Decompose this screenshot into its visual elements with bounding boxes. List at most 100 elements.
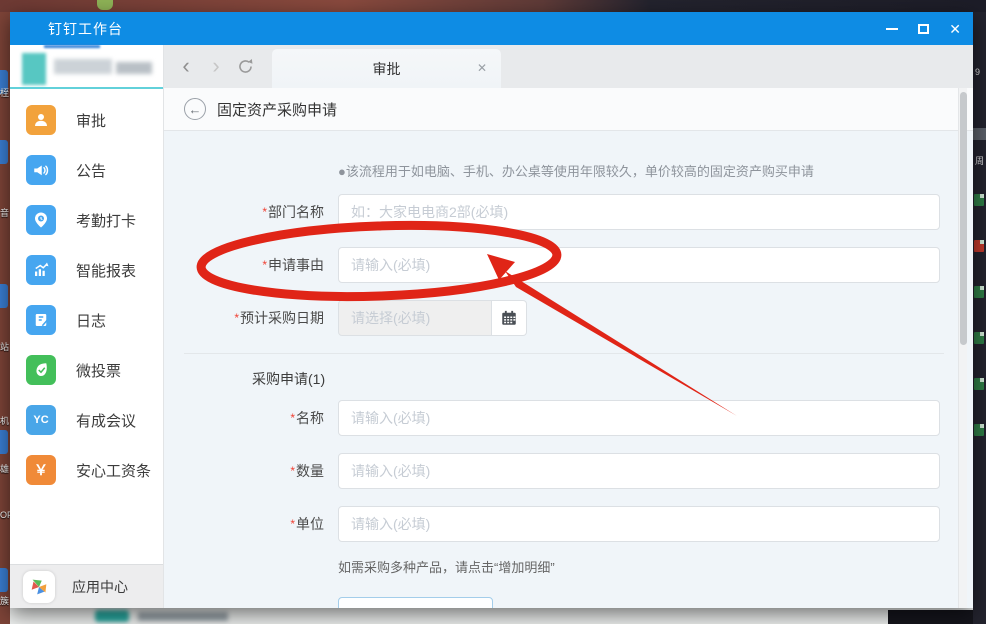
sidebar-item-label: 微投票 (76, 362, 122, 380)
desktop-icon-fragment (0, 430, 8, 454)
sidebar-item-smart-report[interactable]: 智能报表 (10, 245, 163, 295)
desktop-icon-label: 簇 (0, 596, 10, 606)
item-name-label: *名称 (290, 410, 324, 426)
sidebar-item-payroll[interactable]: ￥ 安心工资条 (10, 445, 163, 495)
purchase-section-title: 采购申请(1) (252, 371, 326, 387)
unit-input[interactable] (338, 506, 940, 542)
sidebar-item-label: 日志 (76, 312, 107, 330)
redacted-username (54, 59, 112, 74)
page-header: ← 固定资产采购申请 (164, 88, 973, 131)
sidebar-item-label: 考勤打卡 (76, 212, 137, 230)
quantity-input[interactable] (338, 453, 940, 489)
reason-label: *申请事由 (262, 257, 324, 273)
tab-close-icon[interactable]: ✕ (477, 61, 487, 75)
desktop-icon-label: 音 (0, 208, 10, 218)
close-icon[interactable]: ✕ (949, 22, 961, 36)
vertical-scrollbar[interactable] (958, 88, 967, 608)
excel-file-icon (974, 332, 984, 344)
excel-file-icon (974, 378, 984, 390)
desktop-icon-label: 桎 (0, 88, 10, 98)
page-title: 固定资产采购申请 (217, 101, 338, 119)
desktop-icon-fragment (0, 284, 8, 308)
excel-file-icon (974, 194, 984, 206)
back-arrow-icon: ← (188, 101, 202, 117)
sidebar-item-label: 安心工资条 (76, 462, 152, 480)
tab-approval[interactable]: 审批 ✕ (272, 49, 501, 88)
location-pin-icon (26, 205, 56, 235)
nav-back-icon[interactable]: ‹ (174, 53, 198, 79)
quantity-label: *数量 (290, 463, 324, 479)
purchase-date-input[interactable] (338, 300, 492, 336)
desktop-window-fragment (888, 610, 973, 624)
excel-file-icon (974, 424, 984, 436)
add-detail-hint: 如需采购多种产品，请点击“增加明细” (338, 560, 555, 575)
tab-label: 审批 (372, 60, 401, 77)
sidebar-item-label: 有成会议 (76, 412, 137, 430)
department-label: *部门名称 (262, 204, 324, 220)
redacted-status (116, 62, 152, 74)
desktop-window-fragment (973, 128, 986, 140)
sidebar-item-label: 审批 (76, 112, 107, 130)
section-divider (184, 353, 944, 354)
tab-bar: ‹ › 审批 ✕ (164, 45, 973, 88)
sidebar-item-journal[interactable]: 日志 (10, 295, 163, 345)
desktop-background-top (0, 0, 986, 12)
form-description: ●该流程用于如电脑、手机、办公桌等使用年限较久，单价较高的固定资产购买申请 (338, 164, 814, 179)
department-input[interactable] (338, 194, 940, 230)
app-center-button[interactable]: 应用中心 (10, 564, 163, 608)
payroll-icon: ￥ (26, 455, 56, 485)
redaction-artifact-line (10, 87, 163, 89)
main-panel: ‹ › 审批 ✕ ← 固定资产采购申请 ●该流程用于如电脑、手机、办公桌等使用年… (164, 45, 973, 608)
desktop-icon-label: 雄 (0, 464, 10, 474)
sidebar-item-yc-meeting[interactable]: YC 有成会议 (10, 395, 163, 445)
desktop-icon-label: 机 (0, 416, 10, 426)
unit-label: *单位 (290, 516, 324, 532)
approval-person-icon (26, 105, 56, 135)
avatar (22, 53, 46, 85)
app-file-icon (974, 240, 984, 252)
desktop-icon-fragment (0, 568, 8, 592)
scrollbar-thumb[interactable] (960, 92, 967, 345)
sidebar-item-vote[interactable]: 微投票 (10, 345, 163, 395)
desktop-icon-label: 周 (975, 156, 985, 166)
sidebar-item-announcement[interactable]: 公告 (10, 145, 163, 195)
minimize-icon[interactable] (886, 27, 899, 30)
nav-forward-icon[interactable]: › (204, 53, 228, 79)
sidebar-item-label: 公告 (76, 162, 107, 180)
yc-meeting-icon: YC (26, 405, 56, 435)
sidebar-item-attendance[interactable]: 考勤打卡 (10, 195, 163, 245)
desktop-icon-fragment (97, 0, 113, 10)
desktop-icon-label: 站 (0, 342, 10, 352)
desktop-icon-label: OF (0, 510, 10, 520)
calendar-picker-button[interactable] (492, 300, 527, 336)
bar-chart-icon (26, 255, 56, 285)
journal-notebook-icon (26, 305, 56, 335)
back-button[interactable]: ← (184, 98, 206, 120)
sidebar-item-approval[interactable]: 审批 (10, 95, 163, 145)
calendar-icon (502, 310, 516, 325)
window-titlebar[interactable]: 钉钉工作台 ✕ (10, 12, 973, 45)
desktop-background-bottom (10, 608, 973, 624)
vote-check-icon (26, 355, 56, 385)
maximize-icon[interactable] (918, 23, 930, 34)
megaphone-icon (26, 155, 56, 185)
sidebar-item-label: 智能报表 (76, 262, 137, 280)
user-profile-redacted[interactable] (20, 45, 156, 85)
dingtalk-workbench-window: 钉钉工作台 ✕ 审批 公告 考勤打卡 智能报表 日志 微投票 YC 有成会议 ￥… (10, 12, 973, 608)
excel-file-icon (974, 286, 984, 298)
item-name-input[interactable] (338, 400, 940, 436)
desktop-icon-label: 9 (975, 67, 981, 77)
app-sidebar: 审批 公告 考勤打卡 智能报表 日志 微投票 YC 有成会议 ￥ 安心工资条 应… (10, 45, 164, 608)
pinwheel-icon (23, 570, 55, 603)
reason-input[interactable] (338, 247, 940, 283)
redaction-artifact (44, 45, 100, 48)
add-detail-button-clipped[interactable] (338, 597, 493, 608)
desktop-background-right: 9 周 (973, 12, 986, 624)
desktop-icon-fragment (0, 140, 8, 164)
desktop-background-left: 桎 音 站 机 雄 OF 簇 (0, 12, 10, 624)
refresh-icon[interactable] (236, 57, 255, 81)
taskbar-text-blurred (138, 612, 228, 621)
window-title: 钉钉工作台 (48, 20, 123, 37)
app-center-label: 应用中心 (72, 578, 128, 595)
purchase-request-form: ●该流程用于如电脑、手机、办公桌等使用年限较久，单价较高的固定资产购买申请 *部… (164, 131, 973, 608)
